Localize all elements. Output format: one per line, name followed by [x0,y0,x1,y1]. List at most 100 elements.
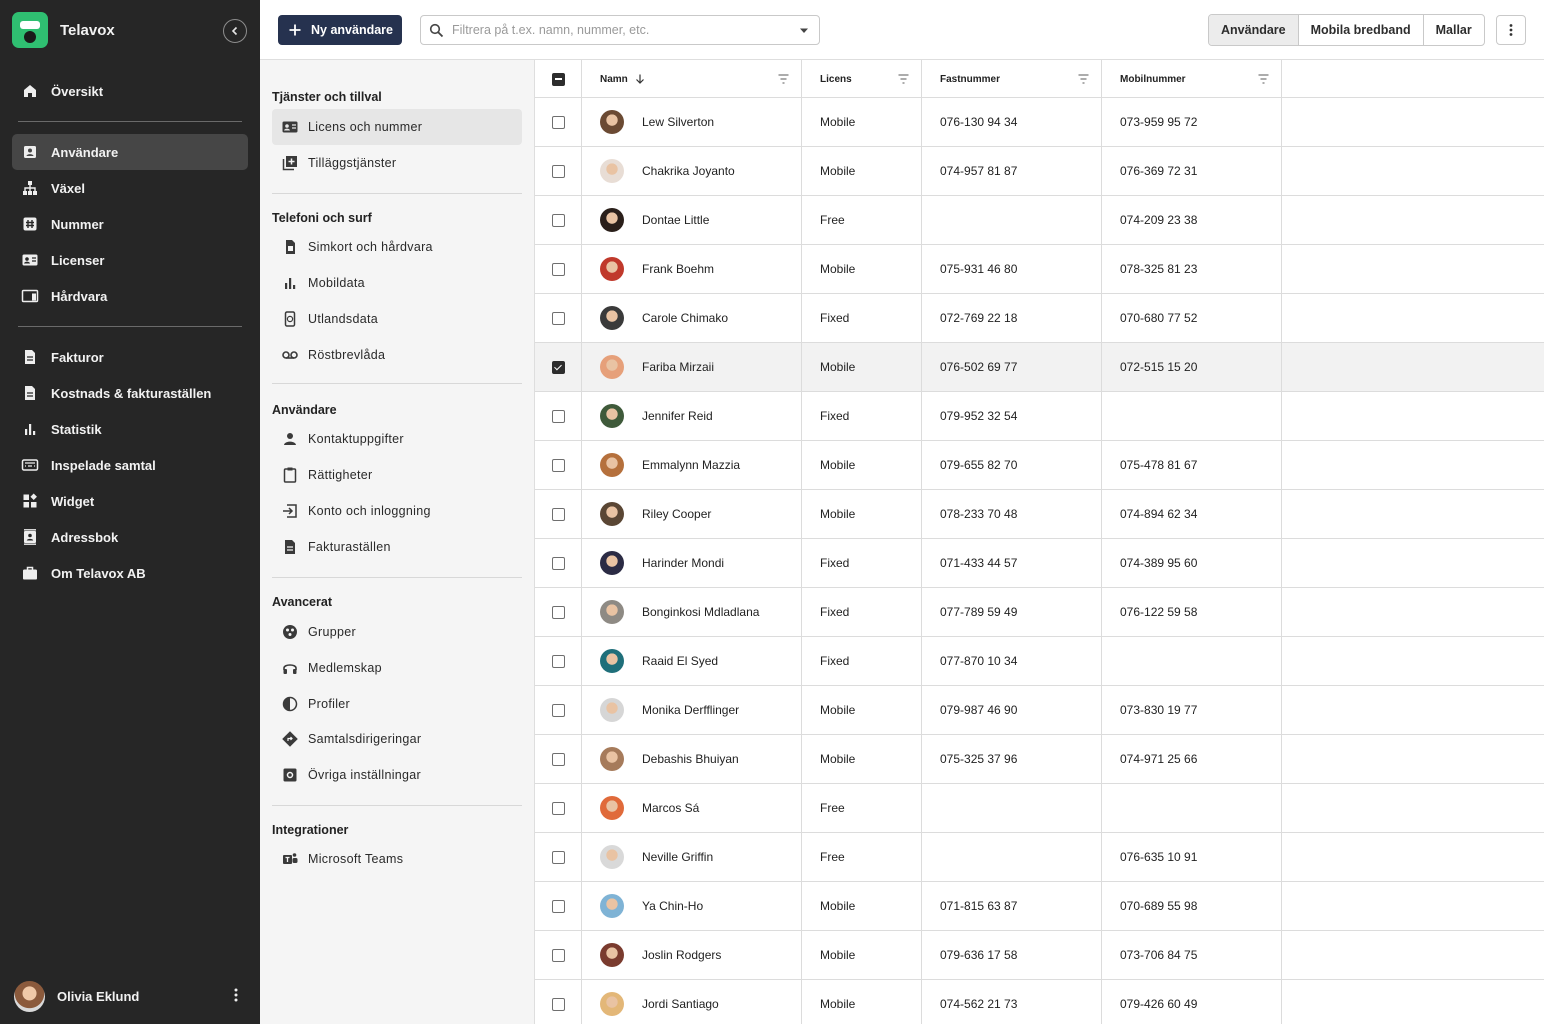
filter-icon[interactable] [898,74,909,84]
name-cell[interactable]: Fariba Mirzaii [582,343,802,391]
table-row[interactable]: Carole Chimako Fixed 072-769 22 18 070-680 … [535,294,1544,343]
menu-item-simkort[interactable]: Simkort och hårdvara [272,229,522,265]
row-checkbox[interactable] [551,899,565,913]
menu-item-mobildata[interactable]: Mobildata [272,265,522,301]
nav-item-om-telavox[interactable]: Om Telavox AB [12,555,248,591]
table-row[interactable]: Debashis Bhuiyan Mobile 075-325 37 96 074-9… [535,735,1544,784]
row-checkbox[interactable] [551,409,565,423]
tab-mallar[interactable]: Mallar [1422,15,1484,45]
row-checkbox[interactable] [551,360,565,374]
tab-mobila-bredband[interactable]: Mobila bredband [1297,15,1423,45]
nav-item-hardvara[interactable]: Hårdvara [12,278,248,314]
menu-item-rattigheter[interactable]: Rättigheter [272,457,522,493]
row-checkbox[interactable] [551,850,565,864]
column-header-fastnummer[interactable]: Fastnummer [922,60,1102,98]
table-row[interactable]: Harinder Mondi Fixed 071-433 44 57 074-389 … [535,539,1544,588]
row-checkbox[interactable] [551,801,565,815]
nav-item-statistik[interactable]: Statistik [12,411,248,447]
name-cell[interactable]: Neville Griffin [582,833,802,881]
menu-item-grupper[interactable]: Grupper [272,614,522,650]
table-row[interactable]: Riley Cooper Mobile 078-233 70 48 074-894 6… [535,490,1544,539]
more-options-button[interactable] [1496,15,1526,45]
row-checkbox[interactable] [551,458,565,472]
name-cell[interactable]: Carole Chimako [582,294,802,342]
menu-item-rostbrevlada[interactable]: Röstbrevlåda [272,337,522,373]
menu-item-profiler[interactable]: Profiler [272,686,522,722]
row-checkbox[interactable] [551,556,565,570]
name-cell[interactable]: Bonginkosi Mdladlana [582,588,802,636]
table-row[interactable]: Lew Silverton Mobile 076-130 94 34 073-959 … [535,98,1544,147]
name-cell[interactable]: Chakrika Joyanto [582,147,802,195]
nav-item-inspelade-samtal[interactable]: Inspelade samtal [12,447,248,483]
menu-item-samtalsdirigeringar[interactable]: Samtalsdirigeringar [272,721,522,757]
name-cell[interactable]: Lew Silverton [582,98,802,146]
name-cell[interactable]: Harinder Mondi [582,539,802,587]
column-header-licens[interactable]: Licens [802,60,922,98]
nav-item-adressbok[interactable]: Adressbok [12,519,248,555]
nav-item-vaxel[interactable]: Växel [12,170,248,206]
table-row[interactable]: Monika Derfflinger Mobile 079-987 46 90 073… [535,686,1544,735]
new-user-button[interactable]: Ny användare [278,15,402,45]
row-checkbox[interactable] [551,654,565,668]
menu-item-konto-och-inloggning[interactable]: Konto och inloggning [272,493,522,529]
column-header-namn[interactable]: Namn [582,60,802,98]
table-row[interactable]: Fariba Mirzaii Mobile 076-502 69 77 072-515… [535,343,1544,392]
name-cell[interactable]: Jordi Santiago [582,980,802,1024]
column-header-mobilnummer[interactable]: Mobilnummer [1102,60,1282,98]
row-checkbox[interactable] [551,605,565,619]
name-cell[interactable]: Marcos Sá [582,784,802,832]
filter-icon[interactable] [1078,74,1089,84]
table-row[interactable]: Bonginkosi Mdladlana Fixed 077-789 59 49 07… [535,588,1544,637]
tab-anvandare[interactable]: Användare [1209,15,1298,45]
nav-item-widget[interactable]: Widget [12,483,248,519]
table-row[interactable]: Frank Boehm Mobile 075-931 46 80 078-325 81… [535,245,1544,294]
table-row[interactable]: Raaid El Syed Fixed 077-870 10 34 [535,637,1544,686]
current-user[interactable]: Olivia Eklund [14,980,248,1012]
search-field[interactable] [420,15,820,45]
table-row[interactable]: Chakrika Joyanto Mobile 074-957 81 87 076-3… [535,147,1544,196]
nav-item-anvandare[interactable]: Användare [12,134,248,170]
menu-item-ovriga-installningar[interactable]: Övriga inställningar [272,757,522,793]
name-cell[interactable]: Monika Derfflinger [582,686,802,734]
search-input[interactable] [452,23,782,37]
table-row[interactable]: Jordi Santiago Mobile 074-562 21 73 079-426… [535,980,1544,1024]
menu-item-fakturastallen[interactable]: Fakturaställen [272,529,522,565]
nav-item-kostnadsstallen[interactable]: Kostnads & fakturaställen [12,375,248,411]
row-checkbox[interactable] [551,948,565,962]
table-row[interactable]: Dontae Little Free 074-209 23 38 [535,196,1544,245]
row-checkbox[interactable] [551,311,565,325]
row-checkbox[interactable] [551,164,565,178]
menu-item-tillaggstjanster[interactable]: Tilläggstjänster [272,145,522,181]
row-checkbox[interactable] [551,997,565,1011]
brand[interactable]: Telavox [12,12,248,48]
collapse-sidebar-button[interactable] [223,19,247,43]
row-checkbox[interactable] [551,507,565,521]
name-cell[interactable]: Jennifer Reid [582,392,802,440]
table-row[interactable]: Marcos Sá Free [535,784,1544,833]
row-checkbox[interactable] [551,115,565,129]
name-cell[interactable]: Emmalynn Mazzia [582,441,802,489]
row-checkbox[interactable] [551,262,565,276]
nav-item-fakturor[interactable]: Fakturor [12,339,248,375]
chevron-down-icon[interactable] [799,27,809,35]
table-row[interactable]: Joslin Rodgers Mobile 079-636 17 58 073-706… [535,931,1544,980]
name-cell[interactable]: Ya Chin-Ho [582,882,802,930]
menu-item-microsoft-teams[interactable]: Microsoft Teams [272,841,522,877]
row-checkbox[interactable] [551,752,565,766]
name-cell[interactable]: Debashis Bhuiyan [582,735,802,783]
name-cell[interactable]: Raaid El Syed [582,637,802,685]
menu-item-utlandsdata[interactable]: Utlandsdata [272,301,522,337]
nav-item-oversikt[interactable]: Översikt [12,73,248,109]
table-row[interactable]: Emmalynn Mazzia Mobile 079-655 82 70 075-47… [535,441,1544,490]
name-cell[interactable]: Frank Boehm [582,245,802,293]
select-all-checkbox[interactable] [551,72,565,86]
nav-item-licenser[interactable]: Licenser [12,242,248,278]
table-row[interactable]: Jennifer Reid Fixed 079-952 32 54 [535,392,1544,441]
row-checkbox[interactable] [551,213,565,227]
more-vertical-icon[interactable] [228,987,244,1003]
row-checkbox[interactable] [551,703,565,717]
menu-item-kontaktuppgifter[interactable]: Kontaktuppgifter [272,421,522,457]
filter-icon[interactable] [1258,74,1269,84]
name-cell[interactable]: Joslin Rodgers [582,931,802,979]
name-cell[interactable]: Riley Cooper [582,490,802,538]
